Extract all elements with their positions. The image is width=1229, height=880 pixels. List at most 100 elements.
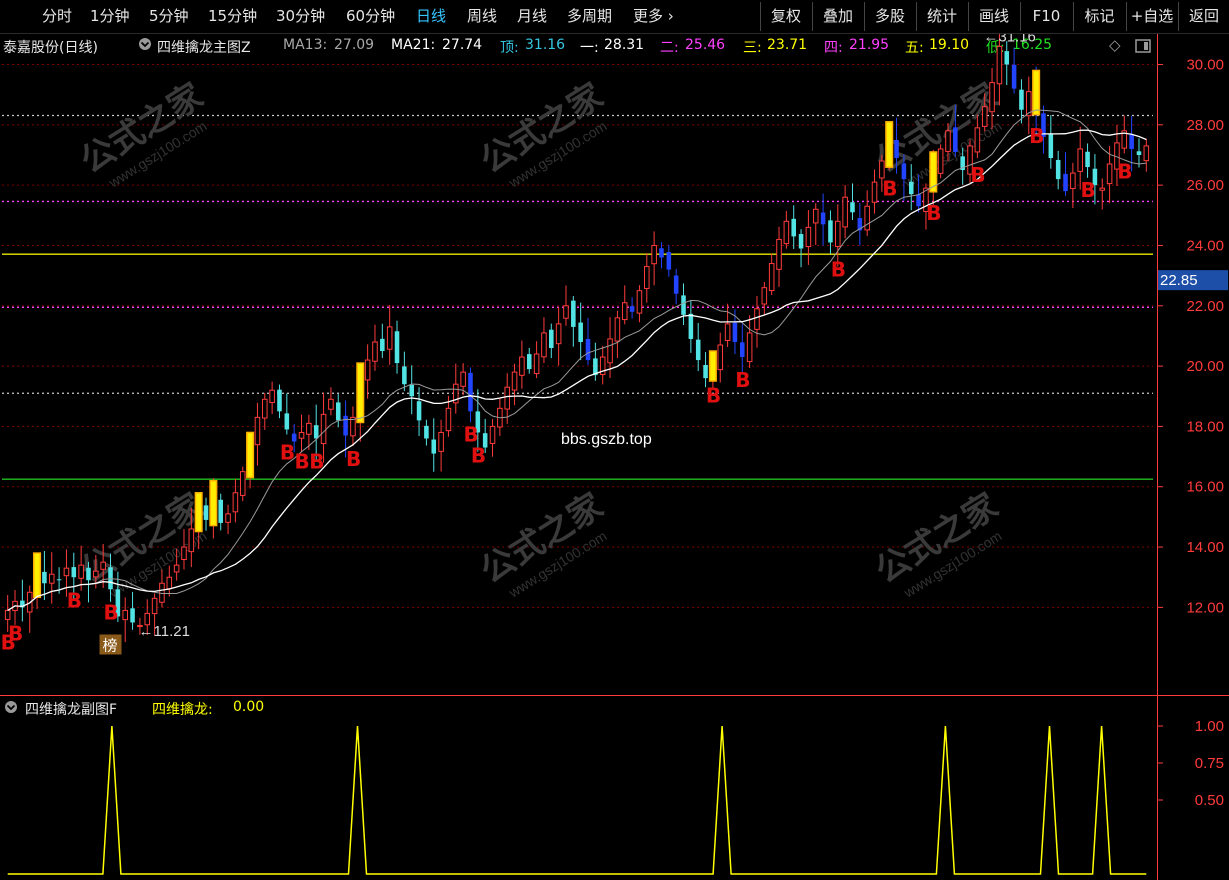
- candle-body: [666, 252, 672, 270]
- tab-period-7[interactable]: 周线: [467, 0, 497, 33]
- tab-period-3[interactable]: 15分钟: [208, 0, 257, 33]
- candle-body: [468, 372, 473, 412]
- candle-body: [100, 561, 106, 570]
- candle-body: [409, 384, 414, 397]
- candle-body: [996, 45, 1003, 85]
- candle-body: [659, 248, 664, 258]
- candle-body: [549, 329, 554, 349]
- candle-body: [871, 181, 878, 203]
- candle-body: [614, 317, 621, 342]
- candle-body: [71, 567, 77, 578]
- candle-body: [695, 339, 701, 361]
- candle-body: [78, 564, 84, 579]
- toolbar-button-1[interactable]: 叠加: [812, 2, 863, 31]
- candle-body: [724, 323, 731, 341]
- signal-candle: [194, 492, 203, 533]
- tab-period-4[interactable]: 30分钟: [276, 0, 325, 33]
- b-signal: B: [831, 258, 846, 282]
- candle-body: [894, 139, 899, 158]
- b-signal: B: [1117, 159, 1132, 183]
- candle-body: [232, 492, 239, 513]
- candle-body: [284, 413, 290, 430]
- candle-body: [445, 407, 452, 432]
- candle-body: [1077, 148, 1083, 172]
- candle-body: [431, 439, 437, 454]
- candle-body: [533, 353, 540, 375]
- b-signal: B: [471, 444, 486, 468]
- candle-body: [1099, 187, 1106, 191]
- candle-body: [394, 331, 400, 364]
- b-signal: B: [970, 163, 985, 187]
- signal-candle: [209, 479, 218, 527]
- current-price-label: 22.85: [1160, 272, 1198, 289]
- candle-body: [350, 416, 356, 437]
- candle-body: [1004, 51, 1010, 65]
- candle-body: [791, 218, 796, 237]
- candle-body: [269, 389, 275, 404]
- center-watermark: bbs.gszb.top: [561, 431, 652, 448]
- candle-body: [519, 356, 525, 376]
- candle-body: [313, 425, 319, 439]
- candle-body: [4, 609, 11, 620]
- candle-body: [555, 323, 562, 345]
- candle-body: [328, 398, 334, 410]
- tab-period-10[interactable]: 更多 ›: [633, 0, 674, 33]
- signal-candle: [1032, 69, 1041, 116]
- tab-period-9[interactable]: 多周期: [567, 0, 612, 33]
- candle-body: [188, 528, 195, 553]
- candle-body: [48, 573, 55, 584]
- candle-body: [254, 416, 261, 446]
- candle-body: [343, 415, 348, 436]
- toolbar-button-6[interactable]: 标记: [1073, 2, 1125, 31]
- b-signal: B: [346, 447, 361, 471]
- signal-candle: [708, 350, 717, 382]
- candle-body: [86, 567, 91, 581]
- low-annotation: ←11.21: [139, 623, 190, 640]
- candle-body: [1019, 89, 1024, 110]
- candle-body: [673, 275, 679, 294]
- candle-body: [416, 401, 422, 421]
- candle-body: [864, 205, 870, 231]
- b-signal: B: [926, 201, 941, 225]
- candle-body: [56, 579, 62, 581]
- signal-candle: [885, 121, 894, 168]
- tab-period-0[interactable]: 分时: [42, 0, 72, 33]
- candle-body: [63, 567, 70, 577]
- signal-candle: [356, 362, 365, 424]
- candle-body: [798, 234, 804, 249]
- toolbar-button-7[interactable]: +自选: [1126, 2, 1177, 31]
- candle-body: [828, 220, 833, 243]
- b-signal: B: [67, 588, 82, 612]
- candle-body: [1048, 134, 1054, 158]
- toolbar: 分时 1分钟 5分钟 15分钟 30分钟 60分钟 日线 周线 月线 多周期 更多 › 复权 叠加 多股统…: [0, 0, 1229, 34]
- candle-body: [953, 127, 958, 152]
- tab-period-2[interactable]: 5分钟: [149, 0, 189, 33]
- candle-body: [812, 208, 819, 224]
- toolbar-button-2[interactable]: 多股: [864, 2, 915, 31]
- b-signal: B: [882, 176, 897, 200]
- sub-y-tick-label: 0.75: [1195, 755, 1224, 772]
- y-tick-label: 28.00: [1186, 117, 1224, 134]
- toolbar-button-4[interactable]: 画线: [968, 2, 1019, 31]
- y-tick-label: 12.00: [1186, 599, 1224, 616]
- tab-period-6[interactable]: 日线: [416, 0, 446, 33]
- candle-body: [842, 196, 848, 228]
- toolbar-button-8[interactable]: 返回: [1178, 2, 1229, 31]
- sub-chart[interactable]: 1.00 0.75 0.50: [0, 696, 1229, 880]
- main-chart[interactable]: 12.00 14.00 16.00 18.00 20.00 22.00 24.00 26.00…: [0, 34, 1229, 696]
- y-tick-label: 30.00: [1186, 57, 1224, 74]
- signal-candle: [246, 431, 255, 479]
- candle-body: [1063, 173, 1068, 192]
- toolbar-button-3[interactable]: 统计: [916, 2, 967, 31]
- candle-body: [1136, 151, 1142, 155]
- candle-body: [621, 302, 628, 321]
- candle-body: [974, 127, 981, 153]
- candle-body: [225, 513, 231, 523]
- candle-body: [879, 160, 885, 179]
- toolbar-button-5[interactable]: F10: [1020, 2, 1072, 31]
- candle-body: [166, 576, 173, 590]
- tab-period-5[interactable]: 60分钟: [346, 0, 395, 33]
- tab-period-8[interactable]: 月线: [517, 0, 547, 33]
- toolbar-button-0[interactable]: 复权: [760, 2, 811, 31]
- tab-period-1[interactable]: 1分钟: [90, 0, 130, 33]
